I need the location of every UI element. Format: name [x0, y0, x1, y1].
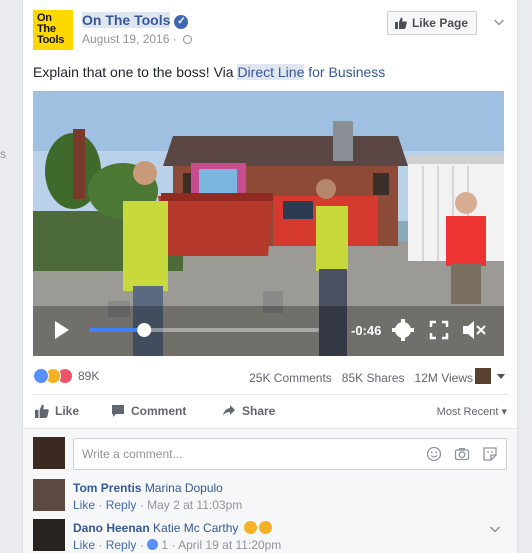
comment-input[interactable]: Write a comment... — [73, 438, 507, 470]
like-button[interactable]: Like — [35, 404, 79, 418]
comment-date[interactable]: May 2 at 11:03pm — [147, 498, 242, 512]
comment-count[interactable]: 25K Comments — [249, 371, 332, 385]
post-stats: 89K 25K Comments 85K Shares 12M Views — [33, 368, 507, 388]
post-text: Explain that one to the boss! Via Direct… — [33, 64, 385, 80]
tagged-user[interactable]: Marina Dopulo — [145, 481, 223, 495]
laughing-emoji-icon — [258, 521, 272, 534]
comment-reply-link[interactable]: Reply — [106, 538, 137, 552]
viewer-avatar[interactable] — [475, 368, 491, 384]
post-text-prefix: Explain that one to the boss! Via — [33, 64, 238, 80]
like-count-icon — [147, 539, 159, 550]
comment-author[interactable]: Tom Prentis — [73, 481, 141, 495]
commenter-avatar[interactable] — [33, 479, 65, 511]
comment-actions: Like · Reply · 1 · April 19 at 11:20pm — [73, 538, 281, 552]
share-button[interactable]: Share — [222, 404, 275, 418]
most-recent-dropdown[interactable]: Most Recent ▾ — [437, 405, 507, 418]
like-page-button[interactable]: Like Page — [386, 11, 477, 35]
separator: · — [98, 498, 103, 512]
post-meta: August 19, 2016 · — [82, 32, 193, 46]
share-icon — [223, 405, 235, 416]
caret-down-icon: ▾ — [501, 406, 507, 418]
commenter-avatar[interactable] — [33, 519, 65, 551]
chevron-down-icon[interactable] — [493, 16, 505, 28]
comment-like-link[interactable]: Like — [73, 538, 95, 552]
progress-handle[interactable] — [137, 323, 152, 337]
composer-icons — [426, 446, 498, 462]
for-business-link[interactable]: for Business — [304, 64, 385, 80]
separator: · — [139, 498, 144, 512]
share-count[interactable]: 85K Shares — [342, 371, 405, 385]
verified-badge-icon: ✓ — [174, 15, 189, 29]
engagement-counts: 25K Comments 85K Shares 12M Views — [249, 371, 473, 385]
video-player[interactable]: -0:46 — [33, 91, 504, 356]
user-avatar[interactable] — [33, 437, 65, 469]
post-header: On The Tools On The Tools ✓ August 19, 20… — [33, 10, 507, 50]
comment-body: Dano Heenan Katie Mc Carthy — [73, 521, 272, 535]
action-bar: Like Comment Share Most Recent ▾ — [33, 398, 507, 428]
like-label: Like — [55, 404, 80, 418]
thumb-up-icon — [35, 404, 49, 418]
share-label: Share — [242, 404, 276, 418]
comment-button[interactable]: Comment — [111, 404, 186, 418]
globe-icon — [183, 35, 193, 44]
tagged-user[interactable]: Katie Mc Carthy — [153, 521, 238, 535]
separator: · — [139, 538, 144, 552]
post-date[interactable]: August 19, 2016 — [82, 32, 169, 46]
like-page-label: Like Page — [411, 16, 468, 30]
emoji-icon[interactable] — [426, 446, 442, 462]
laughing-emoji-icon — [243, 521, 257, 534]
post-card: On The Tools On The Tools ✓ August 19, 20… — [22, 0, 518, 553]
reaction-count: 89K — [78, 369, 100, 383]
progress-fill — [89, 328, 145, 332]
logo-line: Tools — [37, 34, 65, 46]
reactions-summary[interactable]: 89K — [33, 368, 99, 384]
comment-like-link[interactable]: Like — [73, 498, 95, 512]
like-reaction-icon — [33, 368, 49, 384]
page-name-text[interactable]: On The Tools — [82, 12, 171, 28]
meta-separator: · — [172, 32, 177, 46]
most-recent-label: Most Recent — [436, 406, 499, 418]
comment-reply-link[interactable]: Reply — [106, 498, 137, 512]
comment-body: Tom Prentis Marina Dopulo — [73, 481, 223, 495]
video-frame: -0:46 — [33, 91, 504, 356]
time-remaining: -0:46 — [351, 323, 381, 338]
sticker-icon[interactable] — [482, 446, 498, 462]
comment-icon — [112, 405, 124, 417]
comment-actions: Like · Reply · May 2 at 11:03pm — [73, 498, 242, 512]
camera-icon[interactable] — [454, 446, 470, 462]
separator: · — [171, 538, 176, 552]
view-count: 12M Views — [414, 371, 473, 385]
comment-author[interactable]: Dano Heenan — [73, 521, 150, 535]
comment-date[interactable]: April 19 at 11:20pm — [178, 538, 281, 552]
comment-placeholder: Write a comment... — [82, 447, 183, 461]
page-avatar[interactable]: On The Tools — [33, 10, 73, 50]
page-name-link[interactable]: On The Tools ✓ — [82, 12, 189, 29]
comment-label: Comment — [131, 404, 187, 418]
caret-down-icon[interactable] — [497, 374, 505, 379]
thumb-up-icon — [394, 17, 407, 29]
divider — [33, 394, 507, 395]
left-column-fragment: s — [0, 147, 6, 161]
comments-section: Write a comment... Tom Prentis Marina Do… — [23, 428, 517, 553]
chevron-down-icon[interactable] — [489, 523, 501, 535]
comment-like-count[interactable]: 1 — [161, 538, 168, 552]
separator: · — [98, 538, 103, 552]
direct-line-link[interactable]: Direct Line — [237, 64, 305, 80]
